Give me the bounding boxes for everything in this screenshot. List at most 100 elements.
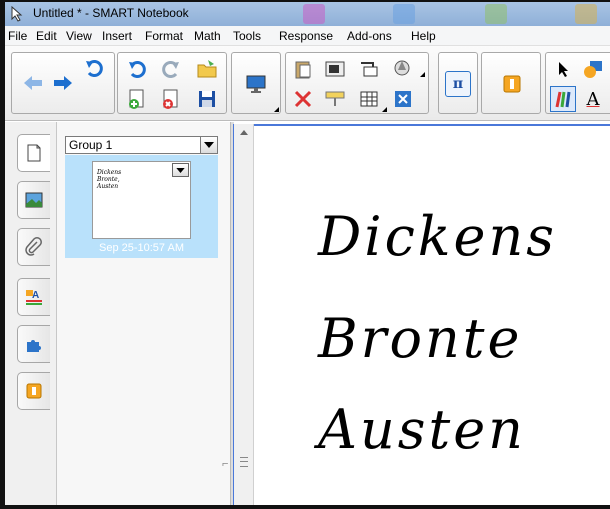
open-file-icon bbox=[197, 60, 217, 78]
table-icon bbox=[360, 91, 378, 107]
new-page-button[interactable] bbox=[124, 86, 150, 112]
toolbar: π A bbox=[5, 46, 610, 121]
vertical-scrollbar[interactable] bbox=[234, 124, 254, 505]
addon-button[interactable] bbox=[499, 71, 525, 97]
redo-button[interactable] bbox=[158, 56, 184, 82]
screen-shade-button[interactable] bbox=[322, 56, 348, 82]
shapes-button[interactable] bbox=[580, 56, 606, 82]
addons-tab[interactable] bbox=[17, 325, 50, 363]
back-button[interactable] bbox=[20, 70, 46, 96]
screen-shade-2-icon bbox=[325, 91, 345, 106]
save-button[interactable] bbox=[194, 86, 220, 112]
svg-text:A: A bbox=[32, 290, 39, 301]
gallery-tab[interactable] bbox=[17, 181, 50, 219]
display-dropdown[interactable] bbox=[274, 107, 279, 112]
taskbar-thumb bbox=[485, 4, 507, 24]
thumbnail-menu-icon[interactable] bbox=[172, 163, 189, 177]
text-button[interactable]: A bbox=[580, 86, 606, 112]
menu-math[interactable]: Math bbox=[194, 29, 221, 43]
menu-format[interactable]: Format bbox=[145, 29, 183, 43]
pens-icon bbox=[555, 91, 571, 108]
resize-grip-icon[interactable]: ⌐ bbox=[222, 458, 228, 470]
capture-icon bbox=[394, 60, 410, 76]
back-arrow-icon bbox=[24, 76, 42, 90]
thumbnail-timestamp: Sep 25-10:57 AM bbox=[98, 242, 184, 254]
page-group bbox=[117, 52, 227, 114]
side-tab-bar: A bbox=[5, 122, 57, 505]
ink-line-dickens[interactable]: Dickens bbox=[318, 205, 557, 268]
page-thumbnail[interactable]: Dickens Bronte, Austen bbox=[92, 161, 191, 239]
undo-button-2[interactable] bbox=[124, 56, 150, 82]
response-icon bbox=[26, 383, 42, 399]
redo-icon bbox=[162, 61, 179, 78]
undo-icon bbox=[86, 60, 103, 77]
paste-icon bbox=[295, 61, 311, 79]
thumbnail-preview-text: Dickens Bronte, Austen bbox=[97, 169, 121, 190]
delete-icon bbox=[294, 90, 312, 108]
menu-view[interactable]: View bbox=[66, 29, 92, 43]
delete-button[interactable] bbox=[290, 86, 316, 112]
menu-addons[interactable]: Add-ons bbox=[347, 29, 392, 43]
thumb-line: Dickens bbox=[97, 169, 122, 176]
page-thumbnail-item[interactable]: Dickens Bronte, Austen Sep 25-10:57 AM bbox=[65, 155, 218, 258]
table-dropdown[interactable] bbox=[382, 107, 387, 112]
ink-line-austen[interactable]: Austen bbox=[318, 398, 526, 461]
forward-arrow-icon bbox=[54, 76, 72, 90]
chevron-down-icon[interactable] bbox=[200, 137, 217, 153]
ink-line-bronte[interactable]: Bronte bbox=[318, 307, 522, 370]
properties-tab[interactable]: A bbox=[17, 278, 50, 316]
insert-button[interactable] bbox=[356, 56, 382, 82]
menu-response[interactable]: Response bbox=[279, 29, 333, 43]
attachments-tab[interactable] bbox=[17, 228, 50, 266]
menu-insert[interactable]: Insert bbox=[102, 29, 132, 43]
response-tab[interactable] bbox=[17, 372, 50, 410]
menu-file[interactable]: File bbox=[8, 29, 27, 43]
capture-button[interactable] bbox=[390, 56, 416, 82]
menu-help[interactable]: Help bbox=[411, 29, 436, 43]
capture-dropdown[interactable] bbox=[420, 72, 425, 77]
undo-icon bbox=[129, 61, 146, 78]
insert-icon bbox=[361, 62, 378, 77]
properties-icon: A bbox=[26, 290, 42, 305]
open-button[interactable] bbox=[194, 56, 220, 82]
math-button[interactable]: π bbox=[445, 71, 471, 97]
taskbar-thumb bbox=[303, 4, 325, 24]
forward-button[interactable] bbox=[50, 70, 76, 96]
display-group bbox=[231, 52, 281, 114]
puzzle-icon bbox=[27, 340, 41, 352]
text-icon: A bbox=[586, 88, 600, 110]
taskbar-thumb bbox=[393, 4, 415, 24]
scroll-grip-icon[interactable] bbox=[240, 457, 248, 467]
paperclip-icon bbox=[25, 237, 42, 256]
delete-page-button[interactable] bbox=[158, 86, 184, 112]
menu-tools[interactable]: Tools bbox=[233, 29, 261, 43]
group-select[interactable]: Group 1 bbox=[65, 136, 218, 154]
thumb-line: Bronte, bbox=[97, 176, 120, 183]
taskbar-thumb bbox=[575, 4, 597, 24]
menu-edit[interactable]: Edit bbox=[36, 29, 57, 43]
fit-button[interactable] bbox=[390, 86, 416, 112]
screen-shade-2-button[interactable] bbox=[322, 86, 348, 112]
edit-group bbox=[285, 52, 429, 114]
gallery-icon bbox=[25, 192, 43, 208]
group-select-value: Group 1 bbox=[69, 138, 113, 152]
undo-button[interactable] bbox=[82, 56, 108, 82]
save-icon bbox=[199, 91, 215, 107]
delete-page-icon bbox=[163, 89, 178, 109]
display-screen-icon bbox=[246, 75, 266, 93]
nav-group bbox=[11, 52, 115, 114]
scroll-up-icon[interactable] bbox=[240, 130, 248, 135]
window-title: Untitled * - SMART Notebook bbox=[33, 6, 189, 20]
title-bar: Untitled * - SMART Notebook bbox=[5, 2, 610, 26]
display-button[interactable] bbox=[243, 71, 269, 97]
paste-button[interactable] bbox=[290, 56, 316, 82]
fit-icon bbox=[395, 91, 411, 107]
smart-notebook-icon bbox=[11, 6, 23, 22]
select-button[interactable] bbox=[550, 56, 576, 82]
table-button[interactable] bbox=[356, 86, 382, 112]
page-sorter-tab[interactable] bbox=[17, 134, 50, 172]
tools-group: A bbox=[545, 52, 610, 114]
screen-shade-icon bbox=[325, 61, 345, 77]
pens-button[interactable] bbox=[550, 86, 576, 112]
thumb-line: Austen bbox=[97, 183, 119, 190]
